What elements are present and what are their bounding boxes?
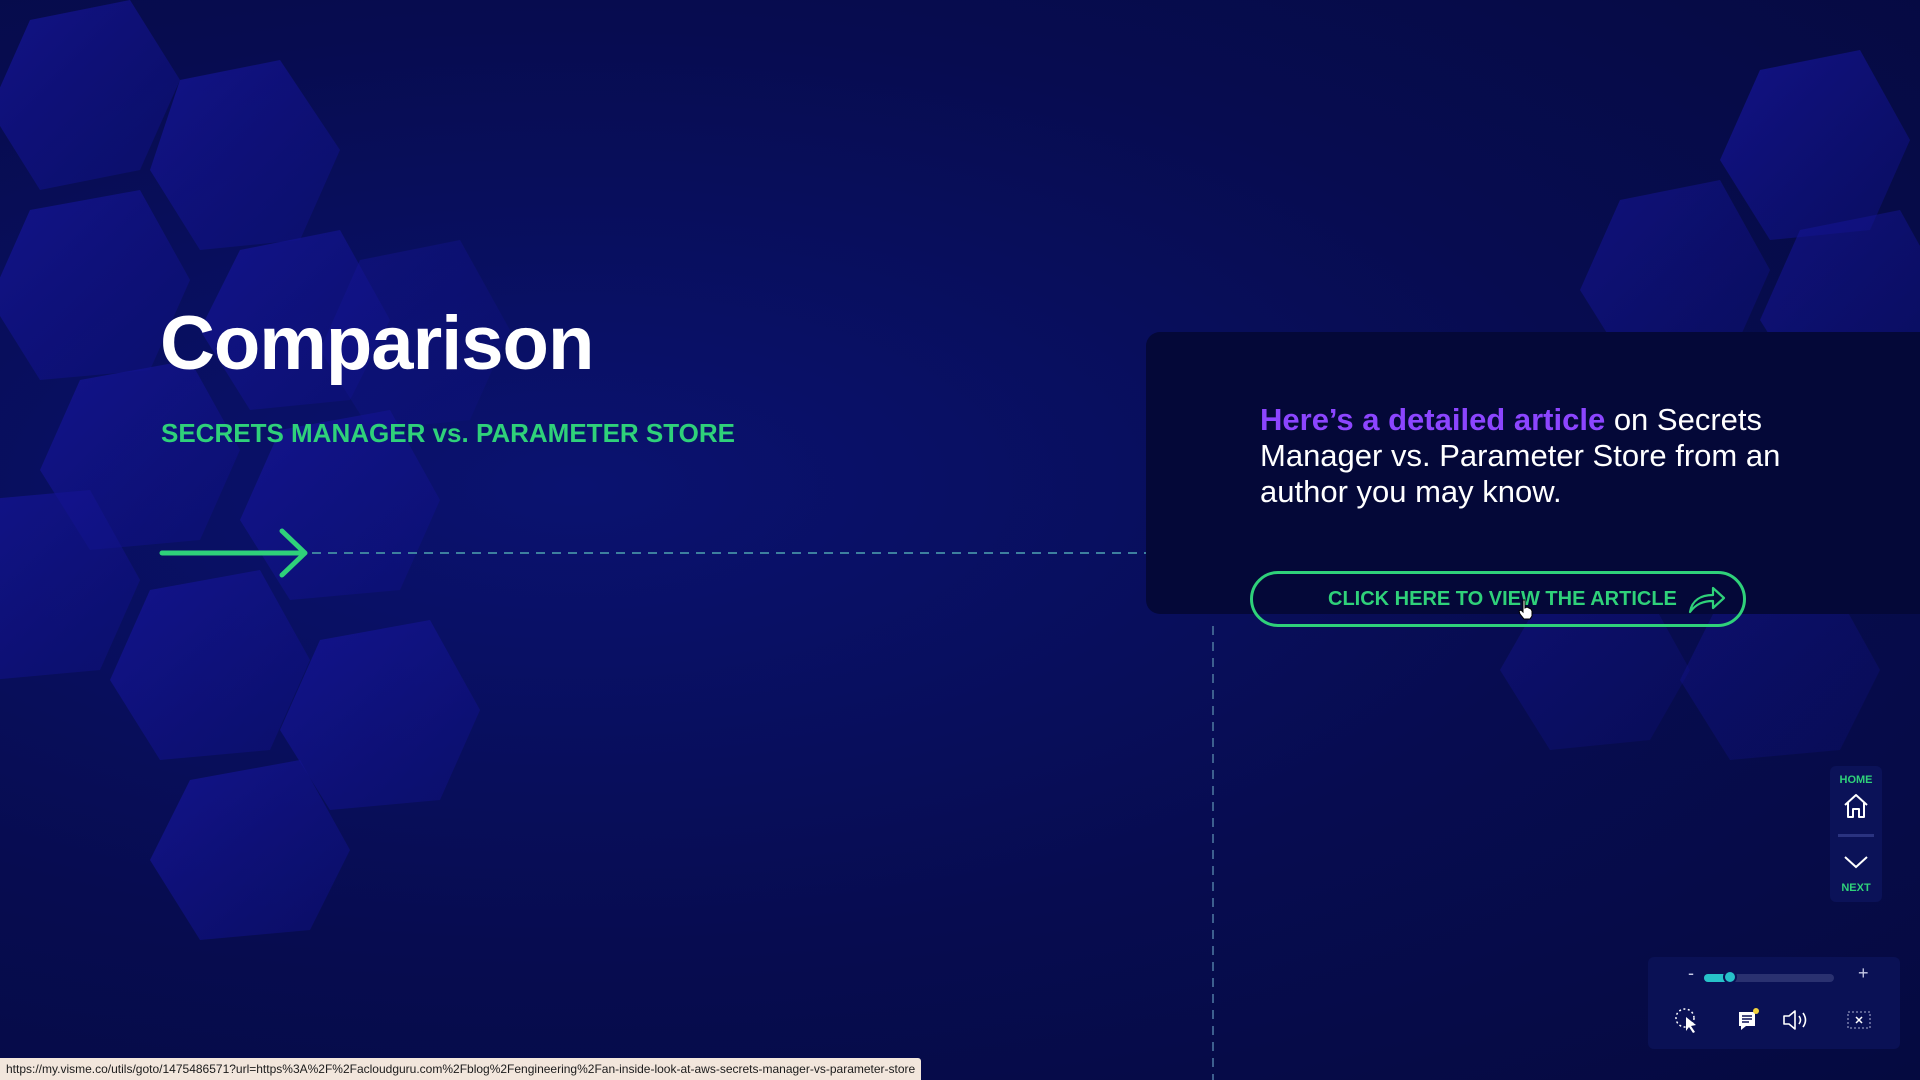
view-article-button[interactable]: CLICK HERE TO VIEW THE ARTICLE bbox=[1250, 571, 1746, 627]
slide-title: Comparison bbox=[160, 301, 594, 386]
chevron-down-icon[interactable] bbox=[1841, 852, 1871, 872]
volume-icon[interactable] bbox=[1780, 1005, 1814, 1035]
zoom-in-button[interactable]: + bbox=[1858, 963, 1869, 984]
zoom-out-button[interactable]: - bbox=[1688, 963, 1694, 984]
home-label[interactable]: HOME bbox=[1830, 774, 1882, 786]
zoom-slider[interactable] bbox=[1704, 970, 1834, 984]
next-label[interactable]: NEXT bbox=[1830, 882, 1882, 894]
exit-fullscreen-icon[interactable] bbox=[1844, 1005, 1874, 1035]
slide-subtitle: SECRETS MANAGER vs. PARAMETER STORE bbox=[161, 418, 736, 448]
status-bar-url: https://my.visme.co/utils/goto/147548657… bbox=[0, 1058, 922, 1080]
hand-cursor-icon bbox=[1518, 599, 1533, 620]
view-article-label: CLICK HERE TO VIEW THE ARTICLE bbox=[1328, 588, 1677, 610]
slide-canvas: Comparison SECRETS MANAGER vs. PARAMETER… bbox=[0, 0, 1920, 1080]
nav-divider bbox=[1838, 834, 1874, 837]
home-icon[interactable] bbox=[1841, 791, 1871, 821]
article-description: Here’s a detailed article on Secrets Man… bbox=[1260, 402, 1800, 510]
pointer-click-icon[interactable] bbox=[1672, 1005, 1702, 1035]
slide-navigation: HOME NEXT bbox=[1830, 766, 1882, 902]
notes-icon[interactable] bbox=[1734, 1005, 1764, 1035]
player-controls: - + bbox=[1648, 957, 1900, 1049]
article-highlight: Here’s a detailed article bbox=[1260, 402, 1606, 437]
zoom-slider-handle[interactable] bbox=[1723, 970, 1737, 984]
share-arrow-icon bbox=[1688, 586, 1726, 614]
